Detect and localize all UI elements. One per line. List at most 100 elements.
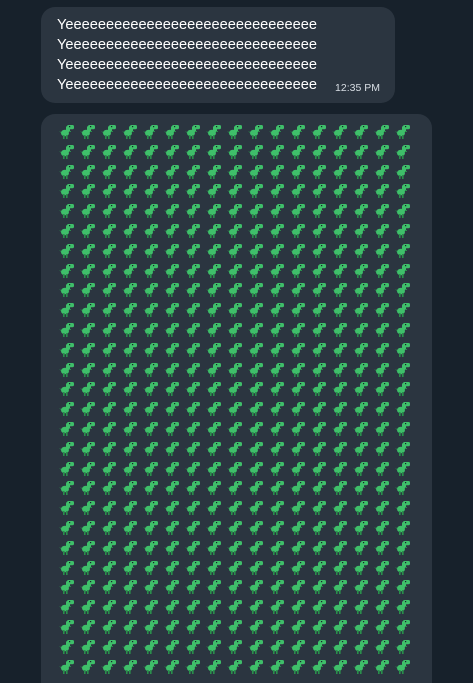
t-rex-emoji-icon xyxy=(162,261,183,281)
t-rex-emoji-icon xyxy=(288,280,309,300)
t-rex-emoji-icon xyxy=(330,478,351,498)
t-rex-emoji-icon xyxy=(204,459,225,479)
t-rex-emoji-icon xyxy=(141,498,162,518)
t-rex-emoji-icon xyxy=(141,122,162,142)
t-rex-emoji-icon xyxy=(78,320,99,340)
t-rex-emoji-icon xyxy=(99,538,120,558)
t-rex-emoji-icon xyxy=(351,379,372,399)
message-bubble[interactable]: Yeeeeeeeeeeeeeeeeeeeeeeeeeeeeeee Yeeeeee… xyxy=(41,7,395,103)
t-rex-emoji-icon xyxy=(330,597,351,617)
emoji-row xyxy=(57,399,414,419)
t-rex-emoji-icon xyxy=(57,379,78,399)
t-rex-emoji-icon xyxy=(120,637,141,657)
emoji-row xyxy=(57,577,414,597)
t-rex-emoji-icon xyxy=(372,201,393,221)
t-rex-emoji-icon xyxy=(309,122,330,142)
t-rex-emoji-icon xyxy=(267,637,288,657)
t-rex-emoji-icon xyxy=(225,439,246,459)
t-rex-emoji-icon xyxy=(141,459,162,479)
t-rex-emoji-icon xyxy=(267,399,288,419)
t-rex-emoji-icon xyxy=(267,518,288,538)
emoji-message-bubble[interactable] xyxy=(41,114,432,683)
t-rex-emoji-icon xyxy=(183,439,204,459)
t-rex-emoji-icon xyxy=(204,340,225,360)
t-rex-emoji-icon xyxy=(267,538,288,558)
t-rex-emoji-icon xyxy=(162,181,183,201)
t-rex-emoji-icon xyxy=(351,439,372,459)
t-rex-emoji-icon xyxy=(267,558,288,578)
t-rex-emoji-icon xyxy=(309,538,330,558)
t-rex-emoji-icon xyxy=(372,280,393,300)
t-rex-emoji-icon xyxy=(204,221,225,241)
t-rex-emoji-icon xyxy=(267,419,288,439)
t-rex-emoji-icon xyxy=(162,637,183,657)
t-rex-emoji-icon xyxy=(372,498,393,518)
t-rex-emoji-icon xyxy=(267,597,288,617)
t-rex-emoji-icon xyxy=(246,617,267,637)
t-rex-emoji-icon xyxy=(120,459,141,479)
t-rex-emoji-icon xyxy=(78,340,99,360)
t-rex-emoji-icon xyxy=(330,399,351,419)
t-rex-emoji-icon xyxy=(183,261,204,281)
t-rex-emoji-icon xyxy=(78,577,99,597)
emoji-row xyxy=(57,221,414,241)
t-rex-emoji-icon xyxy=(372,162,393,182)
t-rex-emoji-icon xyxy=(246,320,267,340)
t-rex-emoji-icon xyxy=(225,597,246,617)
t-rex-emoji-icon xyxy=(99,360,120,380)
t-rex-emoji-icon xyxy=(225,637,246,657)
t-rex-emoji-icon xyxy=(267,261,288,281)
t-rex-emoji-icon xyxy=(225,300,246,320)
t-rex-emoji-icon xyxy=(120,241,141,261)
t-rex-emoji-icon xyxy=(393,280,414,300)
t-rex-emoji-icon xyxy=(372,577,393,597)
t-rex-emoji-icon xyxy=(393,498,414,518)
t-rex-emoji-icon xyxy=(393,261,414,281)
t-rex-emoji-icon xyxy=(57,478,78,498)
t-rex-emoji-icon xyxy=(78,518,99,538)
emoji-row xyxy=(57,637,414,657)
t-rex-emoji-icon xyxy=(351,518,372,538)
t-rex-emoji-icon xyxy=(99,577,120,597)
t-rex-emoji-icon xyxy=(351,360,372,380)
t-rex-emoji-icon xyxy=(183,597,204,617)
t-rex-emoji-icon xyxy=(372,597,393,617)
t-rex-emoji-icon xyxy=(330,498,351,518)
t-rex-emoji-icon xyxy=(78,300,99,320)
t-rex-emoji-icon xyxy=(99,162,120,182)
t-rex-emoji-icon xyxy=(351,261,372,281)
emoji-row xyxy=(57,241,414,261)
t-rex-emoji-icon xyxy=(288,300,309,320)
t-rex-emoji-icon xyxy=(120,162,141,182)
t-rex-emoji-icon xyxy=(57,300,78,320)
t-rex-emoji-icon xyxy=(309,478,330,498)
t-rex-emoji-icon xyxy=(288,439,309,459)
t-rex-emoji-icon xyxy=(351,162,372,182)
t-rex-emoji-icon xyxy=(330,419,351,439)
t-rex-emoji-icon xyxy=(225,617,246,637)
t-rex-emoji-icon xyxy=(183,419,204,439)
t-rex-emoji-icon xyxy=(99,617,120,637)
t-rex-emoji-icon xyxy=(288,181,309,201)
t-rex-emoji-icon xyxy=(99,280,120,300)
t-rex-emoji-icon xyxy=(351,498,372,518)
t-rex-emoji-icon xyxy=(246,122,267,142)
emoji-row xyxy=(57,379,414,399)
t-rex-emoji-icon xyxy=(162,300,183,320)
t-rex-emoji-icon xyxy=(204,360,225,380)
t-rex-emoji-icon xyxy=(288,162,309,182)
t-rex-emoji-icon xyxy=(162,597,183,617)
t-rex-emoji-icon xyxy=(372,181,393,201)
t-rex-emoji-icon xyxy=(267,122,288,142)
t-rex-emoji-icon xyxy=(99,340,120,360)
t-rex-emoji-icon xyxy=(267,181,288,201)
t-rex-emoji-icon xyxy=(99,459,120,479)
t-rex-emoji-icon xyxy=(351,459,372,479)
t-rex-emoji-icon xyxy=(330,340,351,360)
emoji-row xyxy=(57,518,414,538)
t-rex-emoji-icon xyxy=(309,657,330,677)
t-rex-emoji-icon xyxy=(78,459,99,479)
t-rex-emoji-icon xyxy=(246,221,267,241)
t-rex-emoji-icon xyxy=(204,597,225,617)
t-rex-emoji-icon xyxy=(183,459,204,479)
